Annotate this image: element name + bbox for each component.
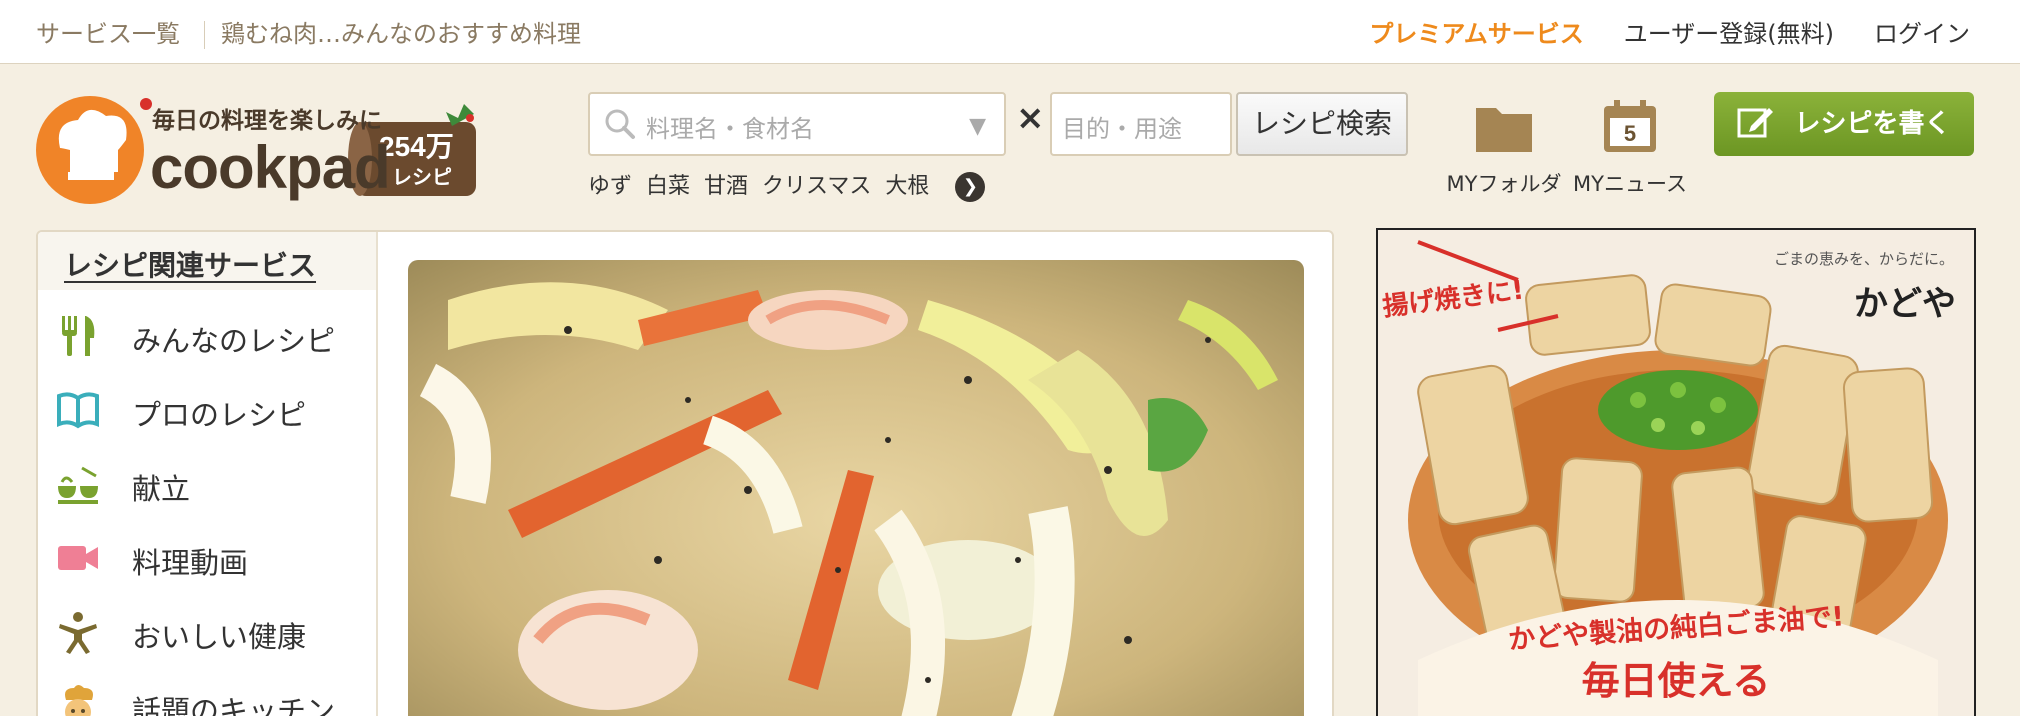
sidebar-item-label: 料理動画	[132, 546, 249, 580]
login-link[interactable]: ログイン	[1874, 20, 1970, 48]
person-health-icon	[56, 610, 100, 654]
video-camera-icon	[56, 536, 100, 580]
recipe-count: 254万	[379, 131, 454, 162]
recipe-services-sidebar: レシピ関連サービス みんなのレシピ プロのレシピ 献立 料理動画 おいしい健康 …	[38, 232, 378, 716]
ad-brand-name: かどや	[1854, 284, 1956, 324]
sidebar-item-label: プロのレシピ	[132, 398, 307, 432]
services-link[interactable]: サービス一覧	[36, 20, 180, 48]
my-news-button[interactable]: 5 MYニュース	[1570, 96, 1690, 196]
dropdown-triangle-icon[interactable]: ▼	[969, 114, 986, 139]
fork-knife-icon	[56, 314, 100, 358]
featured-recipe-photo[interactable]	[408, 260, 1304, 716]
sesame-oil-advertisement[interactable]: ごまの恵みを、からだに。 かどや 揚げ焼きに! かどや製油の純白ごま油で! 毎日…	[1376, 228, 1976, 716]
search-icon	[604, 108, 636, 144]
dish-search-placeholder: 料理名・食材名	[646, 115, 814, 143]
sidebar-item-cooking-videos[interactable]: 料理動画	[56, 530, 356, 586]
sidebar-title: レシピ関連サービス	[64, 249, 317, 282]
sidebar-item-pro-recipes[interactable]: プロのレシピ	[56, 382, 356, 438]
top-right-links: プレミアムサービス ユーザー登録(無料) ログイン	[1329, 14, 1970, 49]
divider	[204, 21, 205, 49]
cross-icon: ×	[1016, 98, 1045, 138]
sidebar-item-everyone-recipes[interactable]: みんなのレシピ	[56, 308, 356, 364]
sidebar-item-menu[interactable]: 献立	[56, 456, 356, 512]
sidebar-item-label: みんなのレシピ	[132, 324, 336, 358]
news-count: 5	[1624, 121, 1636, 146]
ad-copy-line-2: 毎日使える	[1581, 659, 1771, 703]
recipe-count-unit: レシピ	[392, 165, 452, 189]
sidebar-item-label: おいしい健康	[132, 620, 307, 654]
write-recipe-label: レシピを書く	[1794, 109, 1951, 139]
keyword-link[interactable]: クリスマス	[762, 174, 871, 199]
register-link[interactable]: ユーザー登録(無料)	[1624, 20, 1834, 48]
dish-search-input[interactable]: 料理名・食材名 ▼	[588, 92, 1006, 156]
chef-face-icon	[56, 684, 100, 716]
meal-set-icon	[56, 462, 100, 506]
keyword-link[interactable]: 甘酒	[704, 174, 748, 199]
my-folder-label: MYフォルダ	[1446, 172, 1562, 196]
logo-wordmark: cookpad	[150, 134, 390, 201]
my-news-label: MYニュース	[1573, 172, 1687, 196]
my-folder-button[interactable]: MYフォルダ	[1444, 96, 1564, 196]
recipe-search-button[interactable]: レシピ検索	[1236, 92, 1408, 156]
keyword-link[interactable]: 大根	[885, 174, 929, 199]
more-keywords-arrow-icon[interactable]: ❯	[955, 172, 986, 202]
purpose-search-input[interactable]: 目的・用途	[1050, 92, 1232, 156]
search-keywords: ゆず 白菜 甘酒 クリスマス 大根 ❯	[588, 168, 999, 202]
sidebar-item-healthy[interactable]: おいしい健康	[56, 604, 356, 660]
keyword-link[interactable]: ゆず	[588, 174, 632, 199]
write-recipe-button[interactable]: レシピを書く	[1714, 92, 1974, 156]
sidebar-item-trending-kitchen[interactable]: 話題のキッチン	[56, 678, 356, 716]
keyword-link[interactable]: 白菜	[646, 174, 690, 199]
top-left-links: サービス一覧 鶏むね肉…みんなのおすすめ料理	[36, 14, 581, 49]
cookpad-logo[interactable]: 254万 レシピ 毎日の料理を楽しみに cookpad	[34, 90, 554, 210]
sidebar-item-label: 献立	[132, 472, 191, 506]
logo-tagline: 毎日の料理を楽しみに	[152, 107, 382, 134]
edit-pencil-icon	[1737, 107, 1794, 139]
purpose-search-placeholder: 目的・用途	[1062, 115, 1182, 143]
top-bar: サービス一覧 鶏むね肉…みんなのおすすめ料理 プレミアムサービス ユーザー登録(無料…	[0, 0, 2020, 64]
calendar-icon: 5	[1600, 100, 1660, 161]
premium-service-link[interactable]: プレミアムサービス	[1369, 20, 1583, 48]
ad-brand-subtitle: ごまの恵みを、からだに。	[1773, 250, 1954, 268]
folder-icon	[1472, 108, 1536, 161]
open-book-icon	[56, 388, 100, 432]
sidebar-item-label: 話題のキッチン	[132, 694, 336, 716]
topic-link[interactable]: 鶏むね肉…みんなのおすすめ料理	[221, 20, 581, 48]
